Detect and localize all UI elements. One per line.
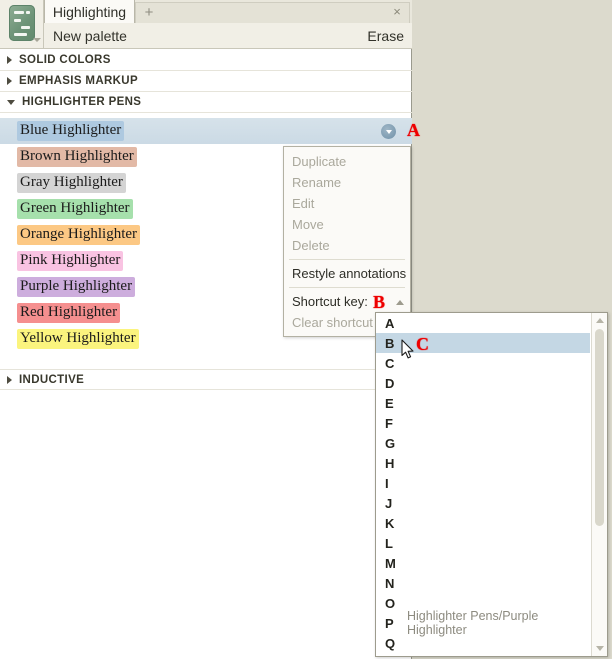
shortcut-key-letter: D	[385, 375, 395, 391]
shortcut-key-letter: J	[385, 495, 393, 511]
section-label: HIGHLIGHTER PENS	[22, 96, 142, 108]
sidebar-section-highlighter-pens[interactable]: HIGHLIGHTER PENS	[0, 92, 412, 113]
tab-empty-area[interactable]	[135, 2, 410, 23]
close-icon[interactable]: ×	[390, 4, 404, 18]
shortcut-key-row[interactable]: H	[376, 453, 590, 473]
section-label: SOLID COLORS	[19, 54, 111, 66]
scroll-up-icon[interactable]	[596, 318, 604, 323]
shortcut-key-letter: L	[385, 535, 393, 551]
pen-label: Orange Highlighter	[17, 225, 141, 245]
palette-document-icon	[9, 5, 35, 41]
annotation-label-c: C	[416, 334, 429, 354]
context-menu-item-shortcut-key[interactable]: Shortcut key:	[284, 291, 410, 312]
shortcut-key-letter: I	[385, 475, 389, 491]
context-menu-separator	[289, 287, 405, 288]
shortcut-key-letter: N	[385, 575, 395, 591]
tab-strip: Highlighting + ×	[0, 0, 412, 23]
context-menu-item-duplicate[interactable]: Duplicate	[284, 151, 410, 172]
pen-label: Brown Highlighter	[17, 147, 137, 167]
shortcut-key-letter: F	[385, 415, 393, 431]
palette-toolbar: New palette Erase	[44, 23, 412, 49]
chevron-up-icon[interactable]	[396, 300, 404, 305]
shortcut-key-row[interactable]: G	[376, 433, 590, 453]
pen-label: Gray Highlighter	[17, 173, 126, 193]
sidebar-section-solid-colors[interactable]: SOLID COLORS	[0, 50, 412, 71]
tab-highlighting[interactable]: Highlighting	[44, 0, 135, 23]
shortcut-key-row[interactable]: P Highlighter Pens/Purple Highlighter	[376, 609, 590, 637]
chevron-right-icon[interactable]	[7, 375, 12, 384]
scrollbar-thumb[interactable]	[595, 329, 604, 526]
chevron-right-icon[interactable]	[7, 77, 12, 85]
dropdown-scrollbar[interactable]	[591, 313, 607, 656]
chevron-down-icon[interactable]	[33, 38, 41, 42]
shortcut-key-row[interactable]: F	[376, 413, 590, 433]
context-menu-item-edit[interactable]: Edit	[284, 193, 410, 214]
sidebar-section-emphasis-markup[interactable]: EMPHASIS MARKUP	[0, 71, 412, 92]
annotation-label-b: B	[373, 292, 386, 312]
pen-label: Green Highlighter	[17, 199, 133, 219]
shortcut-key-row[interactable]: D	[376, 373, 590, 393]
shortcut-key-row[interactable]: Q	[376, 633, 590, 653]
context-menu-item-move[interactable]: Move	[284, 214, 410, 235]
shortcut-key-letter: P	[385, 615, 394, 631]
shortcut-key-letter: G	[385, 435, 396, 451]
erase-button[interactable]: Erase	[367, 28, 404, 44]
shortcut-key-row[interactable]: K	[376, 513, 590, 533]
chevron-down-icon[interactable]	[7, 99, 15, 105]
shortcut-key-row[interactable]: E	[376, 393, 590, 413]
context-menu-item-delete[interactable]: Delete	[284, 235, 410, 256]
section-label: EMPHASIS MARKUP	[19, 75, 138, 87]
pen-label: Purple Highlighter	[17, 277, 136, 297]
context-menu-separator	[289, 259, 405, 260]
pen-label: Yellow Highlighter	[17, 329, 139, 349]
shortcut-key-row[interactable]: L	[376, 533, 590, 553]
shortcut-key-letter: E	[385, 395, 394, 411]
shortcut-key-row[interactable]: A	[376, 313, 590, 333]
shortcut-key-letter: Q	[385, 635, 396, 651]
mouse-cursor	[401, 339, 414, 359]
pen-label: Red Highlighter	[17, 303, 121, 323]
shortcut-key-row[interactable]: I	[376, 473, 590, 493]
context-menu-item-rename[interactable]: Rename	[284, 172, 410, 193]
chevron-right-icon[interactable]	[7, 56, 12, 64]
sidebar-section-inductive[interactable]: INDUCTIVE	[0, 369, 412, 390]
shortcut-key-dropdown: A B C D E F G H I J K L M N O P Highlighter Pens/Purple …	[375, 312, 608, 657]
pen-context-menu: Duplicate Rename Edit Move Delete Restyl…	[283, 146, 411, 337]
new-tab-icon[interactable]: +	[141, 4, 157, 20]
shortcut-key-letter: A	[385, 315, 395, 331]
shortcut-key-letter: M	[385, 555, 396, 571]
pen-list-item[interactable]: Blue Highlighter	[0, 118, 412, 144]
annotation-label-a: A	[407, 120, 420, 140]
pen-label: Pink Highlighter	[17, 251, 124, 271]
tab-label: Highlighting	[52, 3, 127, 20]
app-icon-button[interactable]	[0, 0, 44, 49]
shortcut-key-letter: K	[385, 515, 395, 531]
new-palette-button[interactable]: New palette	[53, 28, 127, 44]
shortcut-key-letter: O	[385, 595, 396, 611]
scroll-down-icon[interactable]	[596, 646, 604, 651]
context-menu-item-restyle-annotations[interactable]: Restyle annotations	[284, 263, 410, 284]
shortcut-key-row[interactable]: J	[376, 493, 590, 513]
shortcut-key-row[interactable]: N	[376, 573, 590, 593]
shortcut-key-letter: H	[385, 455, 395, 471]
pen-label: Blue Highlighter	[17, 121, 125, 141]
shortcut-key-list: A B C D E F G H I J K L M N O P Highlighter Pens/Purple …	[376, 313, 607, 653]
pen-options-dropdown-icon[interactable]	[381, 124, 396, 139]
shortcut-key-row[interactable]: M	[376, 553, 590, 573]
section-label: INDUCTIVE	[19, 373, 85, 386]
shortcut-key-label: Shortcut key:	[292, 294, 368, 309]
